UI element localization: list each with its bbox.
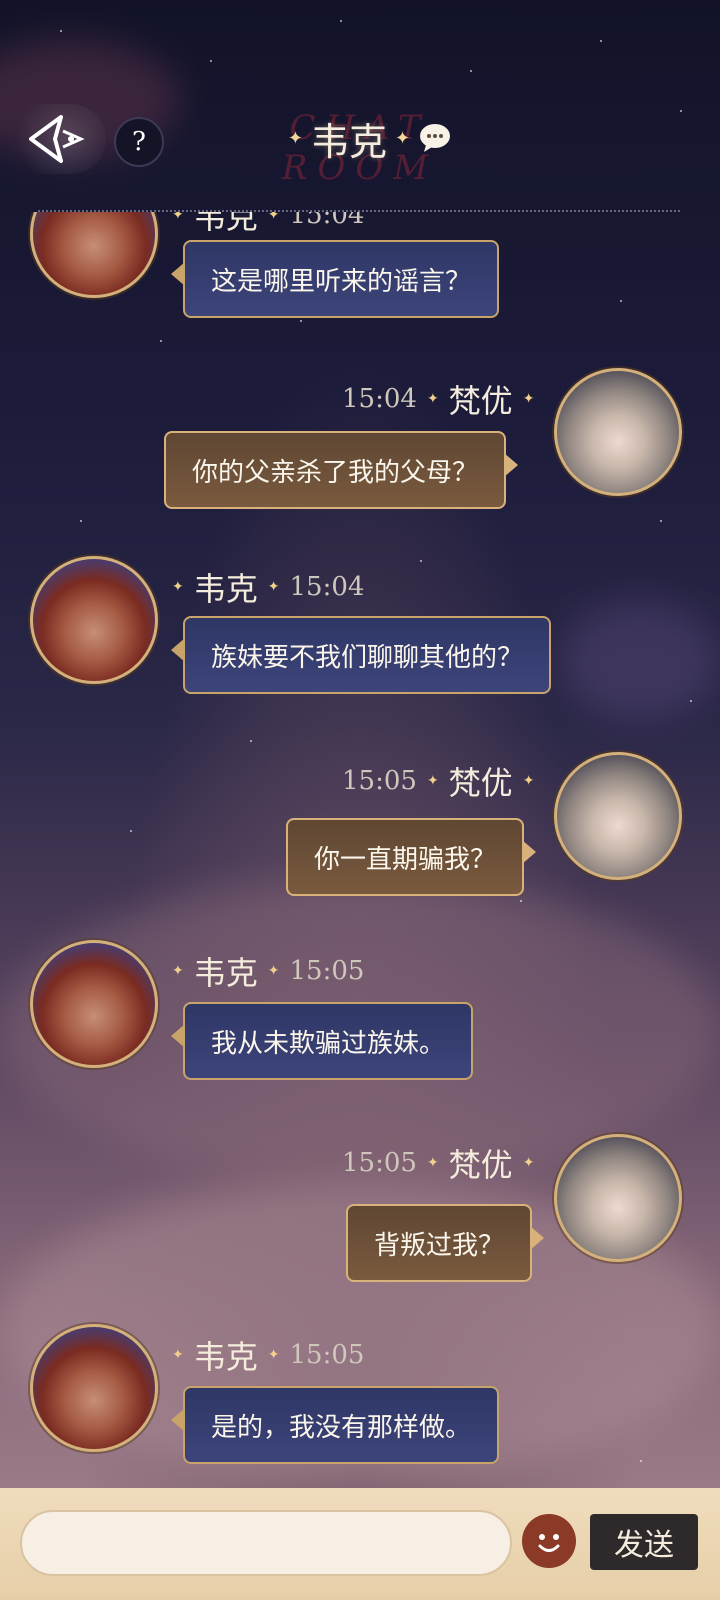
title-group: ✦ 韦克 ✦ xyxy=(270,108,470,168)
message-meta: 15:05 ✦ 梵优 ✦ xyxy=(342,758,534,804)
wike-avatar[interactable] xyxy=(30,1324,158,1452)
message-text: 这是哪里听来的谣言？ xyxy=(211,266,472,297)
message-time: 15:05 xyxy=(289,1340,365,1370)
message-meta: ✦ 韦克 ✦ 15:05 xyxy=(172,948,364,994)
emoji-button[interactable] xyxy=(522,1514,576,1568)
sender-name: 梵优 xyxy=(448,1146,513,1184)
message-bubble[interactable]: 你一直期骗我？ xyxy=(286,818,537,896)
message-bubble[interactable]: 这是哪里听来的谣言？ xyxy=(170,240,500,318)
message-text: 你一直期骗我？ xyxy=(314,844,497,875)
message-text: 是的，我没有那样做。 xyxy=(211,1412,472,1443)
sender-name: 韦克 xyxy=(193,570,258,608)
sparkle-icon: ✦ xyxy=(267,1347,280,1363)
sparkle-icon: ✦ xyxy=(287,127,303,149)
sparkle-icon: ✦ xyxy=(426,773,439,789)
message-meta: ✦ 韦克 ✦ 15:05 xyxy=(172,1332,364,1378)
message-bubble[interactable]: 是的，我没有那样做。 xyxy=(170,1386,500,1464)
wike-avatar[interactable] xyxy=(30,212,158,298)
message-text: 你的父亲杀了我的父母？ xyxy=(192,457,479,488)
input-bar: 发送 xyxy=(0,1488,720,1600)
sparkle-icon: ✦ xyxy=(267,212,280,223)
sparkle-icon: ✦ xyxy=(172,579,184,595)
sender-name: 韦克 xyxy=(193,1338,258,1376)
sparkle-icon: ✦ xyxy=(522,1155,535,1171)
message-meta: ✦ 韦克 ✦ 15:04 xyxy=(172,212,364,238)
fanyou-avatar[interactable] xyxy=(554,368,682,496)
sparkle-icon: ✦ xyxy=(522,391,535,407)
message-time: 15:05 xyxy=(289,956,365,986)
send-button[interactable]: 发送 xyxy=(590,1514,698,1570)
sender-name: 梵优 xyxy=(448,382,513,420)
message-bubble[interactable]: 我从未欺骗过族妹。 xyxy=(170,1002,474,1080)
back-arrow-icon xyxy=(29,115,85,163)
wike-avatar[interactable] xyxy=(30,940,158,1068)
sparkle-icon: ✦ xyxy=(426,1155,439,1171)
chat-bubble-icon xyxy=(420,124,451,152)
sparkle-icon: ✦ xyxy=(172,1347,184,1363)
message-input[interactable] xyxy=(20,1510,512,1576)
sparkle-icon: ✦ xyxy=(522,773,535,789)
page-title: 韦克 xyxy=(310,119,387,164)
sparkle-icon: ✦ xyxy=(267,579,280,595)
help-button[interactable]: ? xyxy=(114,117,164,167)
message-time: 15:05 xyxy=(342,766,417,796)
message-text: 我从未欺骗过族妹。 xyxy=(211,1028,446,1059)
message-meta: 15:05 ✦ 梵优 ✦ xyxy=(342,1140,534,1186)
sparkle-icon: ✦ xyxy=(267,963,280,979)
message-text: 族妹要不我们聊聊其他的？ xyxy=(211,642,524,673)
sender-name: 韦克 xyxy=(193,954,258,992)
message-meta: ✦ 韦克 ✦ 15:04 xyxy=(172,564,364,610)
message-bubble[interactable]: 族妹要不我们聊聊其他的？ xyxy=(170,616,552,694)
sparkle-icon: ✦ xyxy=(426,391,439,407)
sparkle-icon: ✦ xyxy=(395,127,411,149)
message-text: 背叛过我？ xyxy=(374,1230,505,1261)
sender-name: 韦克 xyxy=(193,212,258,236)
message-time: 15:04 xyxy=(289,572,365,602)
help-label: ? xyxy=(132,127,146,157)
fanyou-avatar[interactable] xyxy=(554,1134,682,1262)
back-button[interactable] xyxy=(6,104,106,174)
fanyou-avatar[interactable] xyxy=(554,752,682,880)
message-bubble[interactable]: 你的父亲杀了我的父母？ xyxy=(164,431,519,509)
message-bubble[interactable]: 背叛过我？ xyxy=(346,1204,545,1282)
sender-name: 梵优 xyxy=(448,764,513,802)
smiley-face-icon xyxy=(531,1523,567,1559)
chat-header: ? CHAT ROOM ✦ 韦克 ✦ xyxy=(0,0,720,212)
message-meta: 15:04 ✦ 梵优 ✦ xyxy=(342,376,534,422)
message-list[interactable]: ✦ 韦克 ✦ 15:04 这是哪里听来的谣言？ 15:04 ✦ 梵优 ✦ 你的父… xyxy=(0,212,720,1487)
sparkle-icon: ✦ xyxy=(172,212,184,223)
message-time: 15:04 xyxy=(289,212,365,230)
sparkle-icon: ✦ xyxy=(172,963,184,979)
wike-avatar[interactable] xyxy=(30,556,158,684)
message-time: 15:04 xyxy=(342,384,417,414)
message-time: 15:05 xyxy=(342,1148,417,1178)
